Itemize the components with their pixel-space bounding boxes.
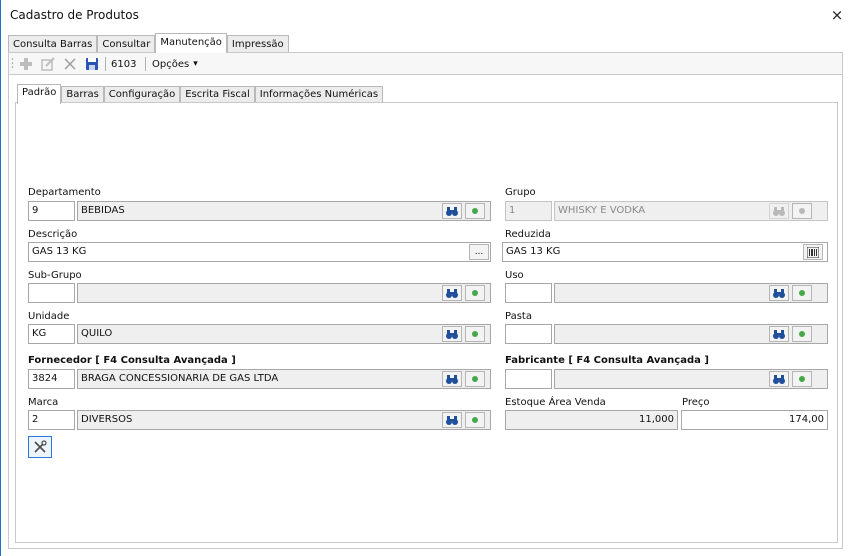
add-icon[interactable] — [465, 412, 485, 428]
delete-icon[interactable] — [62, 56, 78, 72]
fabricante-code-input[interactable] — [505, 369, 552, 389]
form-panel — [15, 102, 838, 543]
fornecedor-name-field: BRAGA CONCESSIONARIA DE GAS LTDA — [77, 369, 491, 389]
search-icon[interactable] — [769, 371, 789, 387]
tab-informacoes-numericas[interactable]: Informações Numéricas — [254, 86, 384, 103]
sub-grupo-code-input[interactable] — [28, 283, 75, 303]
unidade-code-input[interactable]: KG — [28, 324, 75, 344]
chevron-down-icon[interactable]: ▾ — [193, 59, 198, 69]
tab-consulta-barras[interactable]: Consulta Barras — [8, 35, 98, 53]
estoque-label: Estoque Área Venda — [505, 397, 606, 408]
search-icon[interactable] — [442, 203, 462, 219]
add-icon[interactable] — [465, 326, 485, 342]
tab-escrita-fiscal[interactable]: Escrita Fiscal — [180, 86, 255, 103]
pasta-code-input[interactable] — [505, 324, 552, 344]
tab-padrao[interactable]: Padrão — [17, 84, 62, 104]
search-icon[interactable] — [769, 203, 789, 219]
add-icon[interactable] — [465, 285, 485, 301]
main-tabs: Consulta Barras Consultar Manutenção Imp… — [8, 33, 289, 53]
search-icon[interactable] — [769, 285, 789, 301]
marca-name: DIVERSOS — [81, 414, 133, 425]
title-bar: Cadastro de Produtos × — [1, 0, 851, 32]
descricao-label: Descrição — [28, 229, 78, 240]
toolbar-separator — [105, 57, 106, 71]
fornecedor-code-input[interactable]: 3824 — [28, 369, 75, 389]
grupo-name-field: WHISKY E VODKA — [554, 201, 828, 221]
add-icon[interactable] — [18, 56, 34, 72]
edit-icon[interactable] — [40, 56, 56, 72]
fornecedor-name: BRAGA CONCESSIONARIA DE GAS LTDA — [81, 373, 279, 384]
marca-code-input[interactable]: 2 — [28, 410, 75, 430]
fornecedor-label: Fornecedor [ F4 Consulta Avançada ] — [28, 355, 236, 366]
tab-barras[interactable]: Barras — [61, 86, 104, 103]
options-menu[interactable]: Opções ▾ — [152, 53, 198, 75]
add-icon[interactable] — [792, 326, 812, 342]
tools-button[interactable] — [28, 436, 52, 458]
reduzida-input[interactable]: GAS 13 KG — [502, 242, 828, 262]
departamento-name: BEBIDAS — [81, 205, 125, 216]
departamento-label: Departamento — [28, 187, 101, 198]
grip-icon — [11, 58, 14, 68]
departamento-name-field: BEBIDAS — [77, 201, 491, 221]
reduzida-value: GAS 13 KG — [506, 246, 561, 257]
window-title: Cadastro de Produtos — [10, 8, 139, 22]
grupo-name: WHISKY E VODKA — [558, 205, 646, 216]
barcode-icon[interactable] — [803, 244, 823, 260]
sub-grupo-label: Sub-Grupo — [28, 270, 82, 281]
fabricante-name-field — [554, 369, 828, 389]
options-label[interactable]: Opções — [152, 59, 189, 70]
save-icon[interactable] — [84, 56, 100, 72]
search-icon[interactable] — [769, 326, 789, 342]
sub-tabs: Padrão Barras Configuração Escrita Fisca… — [17, 84, 384, 104]
add-icon[interactable] — [792, 285, 812, 301]
marca-label: Marca — [28, 397, 59, 408]
descricao-value: GAS 13 KG — [32, 246, 87, 257]
unidade-name: QUILO — [81, 328, 113, 339]
unidade-label: Unidade — [28, 311, 70, 322]
estoque-field: 11,000 — [505, 410, 678, 430]
product-code: 6103 — [111, 58, 137, 70]
uso-code-input[interactable] — [505, 283, 552, 303]
descricao-input[interactable]: GAS 13 KG ... — [28, 242, 491, 262]
search-icon[interactable] — [442, 285, 462, 301]
add-icon[interactable] — [792, 371, 812, 387]
toolbar-grip — [11, 53, 14, 75]
pasta-label: Pasta — [505, 311, 532, 322]
reduzida-label: Reduzida — [505, 229, 551, 240]
pasta-name-field — [554, 324, 828, 344]
add-icon[interactable] — [792, 203, 812, 219]
search-icon[interactable] — [442, 371, 462, 387]
window: Cadastro de Produtos × Consulta Barras C… — [0, 0, 851, 556]
close-icon[interactable]: × — [827, 5, 847, 25]
grupo-label: Grupo — [505, 187, 536, 198]
grupo-code-input[interactable]: 1 — [505, 201, 552, 221]
tab-impressao[interactable]: Impressão — [226, 35, 289, 53]
unidade-name-field: QUILO — [77, 324, 491, 344]
fabricante-label: Fabricante [ F4 Consulta Avançada ] — [505, 355, 709, 366]
add-icon[interactable] — [465, 203, 485, 219]
add-icon[interactable] — [465, 371, 485, 387]
marca-name-field: DIVERSOS — [77, 410, 491, 430]
more-icon[interactable]: ... — [469, 244, 489, 260]
preco-input[interactable]: 174,00 — [681, 410, 828, 430]
search-icon[interactable] — [442, 326, 462, 342]
sub-grupo-name-field — [77, 283, 491, 303]
tools-icon — [34, 440, 47, 453]
toolbar-separator — [145, 57, 146, 71]
uso-name-field — [554, 283, 828, 303]
preco-label: Preço — [682, 397, 710, 408]
tab-manutencao[interactable]: Manutenção — [155, 33, 227, 53]
toolbar: 6103 Opções ▾ — [8, 52, 843, 74]
tab-configuracao[interactable]: Configuração — [103, 86, 181, 103]
departamento-code-input[interactable]: 9 — [28, 201, 75, 221]
tab-consultar[interactable]: Consultar — [97, 35, 156, 53]
search-icon[interactable] — [442, 412, 462, 428]
uso-label: Uso — [505, 270, 524, 281]
